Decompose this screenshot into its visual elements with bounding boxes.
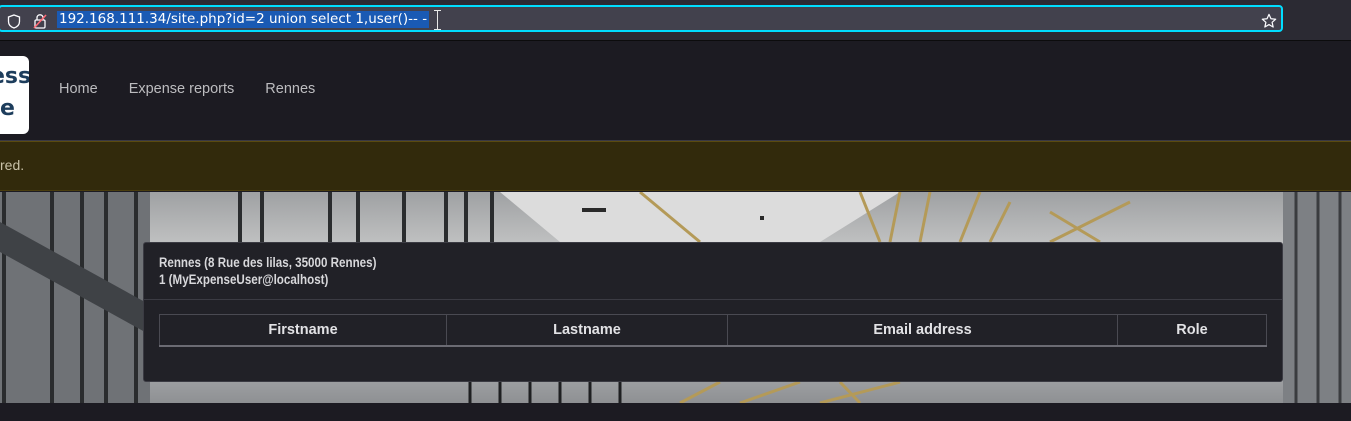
page-bottom-strip	[0, 403, 1351, 421]
alert-text: red.	[0, 157, 25, 173]
nav-home[interactable]: Home	[59, 81, 98, 97]
address-bar[interactable]: 192.168.111.34/site.php?id=2 union selec…	[0, 5, 1283, 32]
main-nav: Home Expense reports Rennes	[59, 81, 315, 97]
column-header-role[interactable]: Role	[1117, 314, 1267, 347]
shield-icon[interactable]	[6, 13, 22, 29]
logo-text-line2: e	[0, 96, 15, 121]
site-card: Rennes (8 Rue des lilas, 35000 Rennes) 1…	[143, 242, 1283, 382]
browser-toolbar: 192.168.111.34/site.php?id=2 union selec…	[0, 0, 1351, 41]
bookmark-star-icon[interactable]	[1261, 13, 1277, 29]
column-header-email[interactable]: Email address	[727, 314, 1118, 347]
column-header-lastname[interactable]: Lastname	[446, 314, 728, 347]
column-header-firstname[interactable]: Firstname	[159, 314, 447, 347]
text-cursor-icon	[434, 10, 441, 30]
nav-expense-reports[interactable]: Expense reports	[129, 81, 235, 97]
site-header: ess e Home Expense reports Rennes	[0, 41, 1351, 141]
logo-text-line1: ess	[0, 64, 29, 89]
site-logo[interactable]: ess e	[0, 56, 29, 134]
card-title-injected-user: 1 (MyExpenseUser@localhost)	[159, 272, 329, 287]
card-header: Rennes (8 Rue des lilas, 35000 Rennes) 1…	[144, 243, 1282, 300]
url-input[interactable]: 192.168.111.34/site.php?id=2 union selec…	[57, 11, 430, 28]
alert-banner: red.	[0, 141, 1351, 191]
users-table: Firstname Lastname Email address Role	[159, 314, 1267, 347]
insecure-lock-icon[interactable]	[32, 13, 48, 29]
card-title-address: Rennes (8 Rue des lilas, 35000 Rennes)	[159, 255, 377, 270]
nav-rennes[interactable]: Rennes	[265, 81, 315, 97]
table-header-row: Firstname Lastname Email address Role	[159, 314, 1267, 347]
